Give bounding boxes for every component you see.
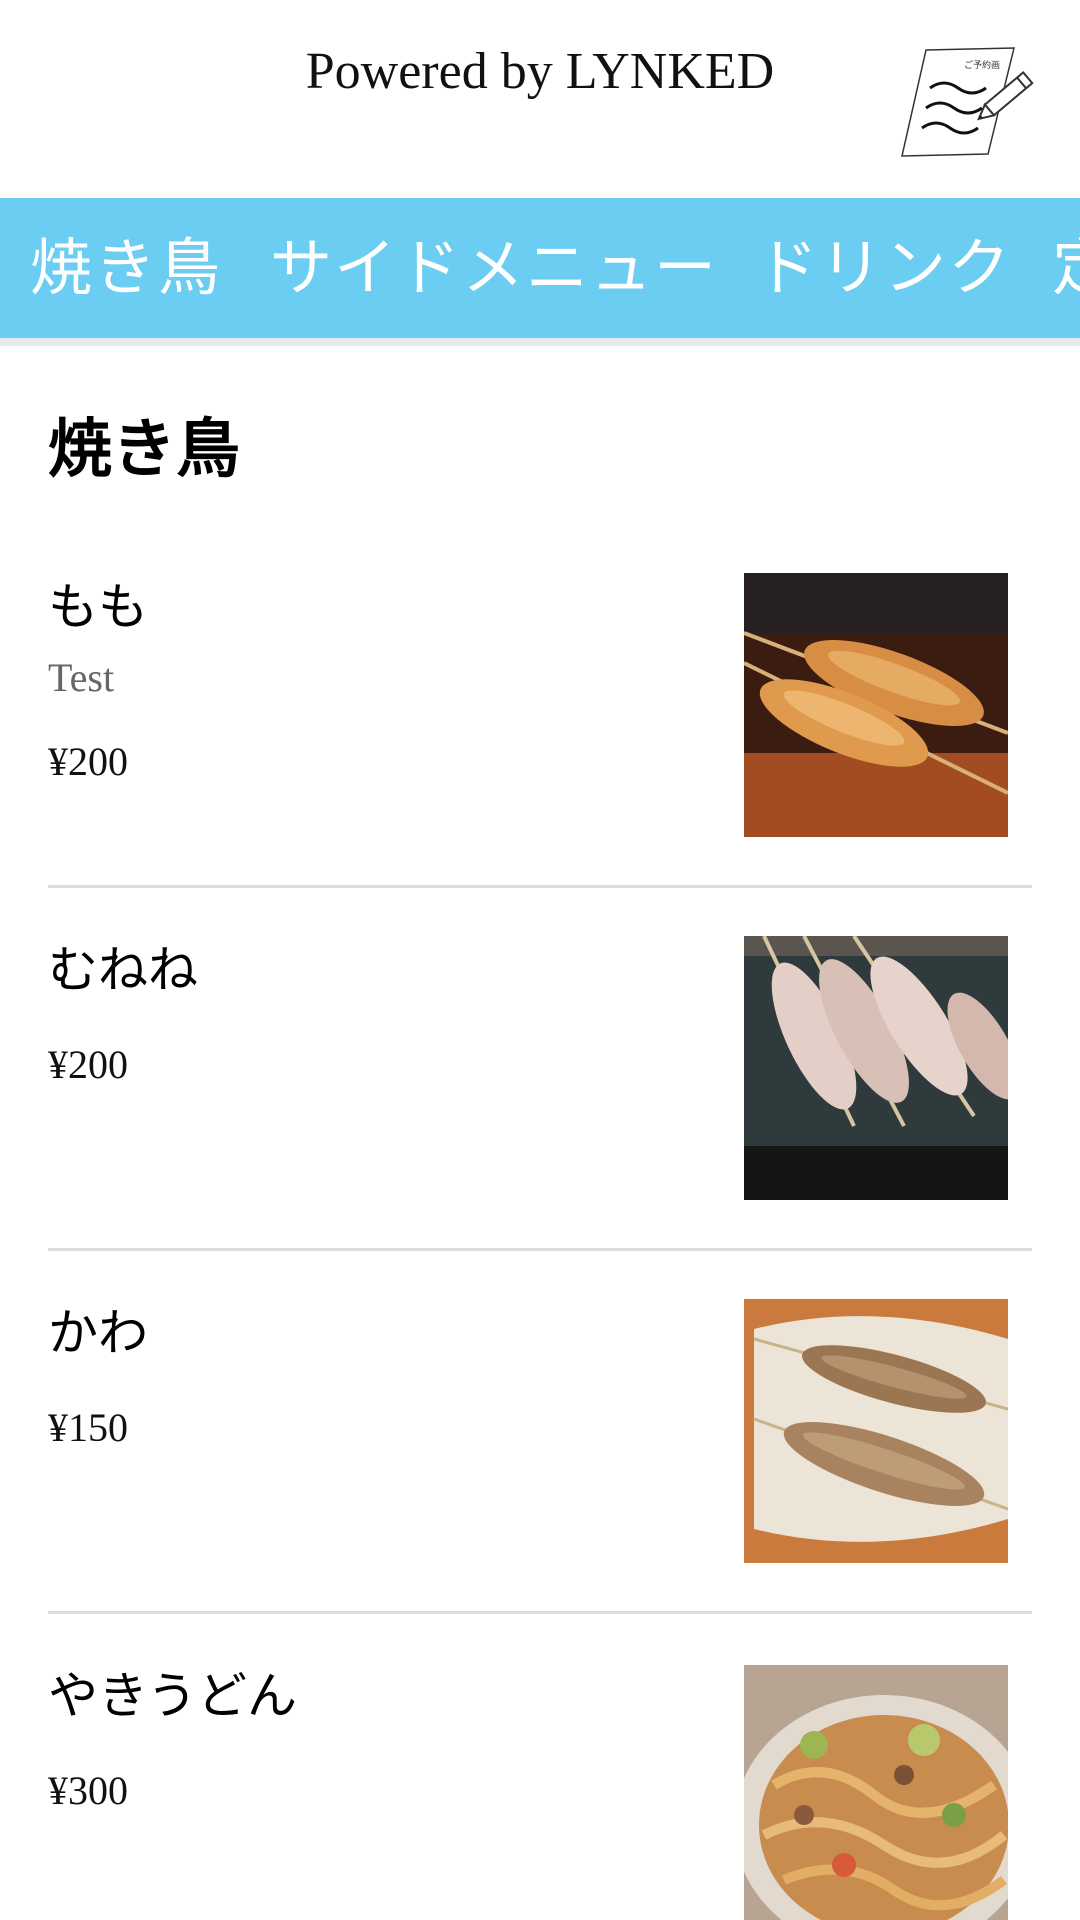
category-tab-yakitori[interactable]: 焼き鳥 [30, 198, 222, 338]
menu-item[interactable]: やきうどん ¥300 [48, 1662, 1032, 1920]
divider [48, 1248, 1032, 1251]
item-name: もも [48, 578, 148, 636]
menu-item[interactable]: かわ ¥150 [48, 1299, 1032, 1663]
item-price: ¥300 [48, 1768, 128, 1813]
item-price: ¥200 [48, 739, 128, 784]
menu-item[interactable]: むねね ¥200 [48, 936, 1032, 1300]
yaki-udon-photo[interactable] [744, 1662, 1008, 1920]
item-name: かわ [48, 1304, 148, 1362]
item-name: むねね [48, 941, 198, 999]
reservation-label: ご予約画 [964, 59, 1000, 71]
kawa-skewer-photo[interactable] [744, 1299, 1008, 1563]
reservation-button[interactable]: ご予約画 [900, 44, 1036, 162]
category-tab-drink[interactable]: ドリンク [756, 198, 1012, 338]
momo-skewer-photo[interactable] [744, 573, 1008, 837]
header: Powered by LYNKED ご予約画 [0, 0, 1080, 198]
category-tab-bar: 焼き鳥 サイドメニュー ドリンク 定 [0, 198, 1080, 346]
category-tab-side-menu[interactable]: サイドメニュー [270, 198, 718, 338]
mune-skewer-photo[interactable] [744, 936, 1008, 1200]
reservation-note-pencil-icon: ご予約画 [901, 47, 1034, 157]
item-price: ¥150 [48, 1405, 128, 1450]
item-description: Test [48, 655, 115, 700]
category-tab-set-meal[interactable]: 定 [1052, 198, 1080, 338]
item-name: やきうどん [48, 1667, 297, 1725]
item-price: ¥200 [48, 1042, 128, 1087]
section-title: 焼き鳥 [48, 413, 240, 487]
menu-item[interactable]: もも Test ¥200 [48, 573, 1032, 937]
divider [48, 885, 1032, 888]
divider [48, 1611, 1032, 1614]
